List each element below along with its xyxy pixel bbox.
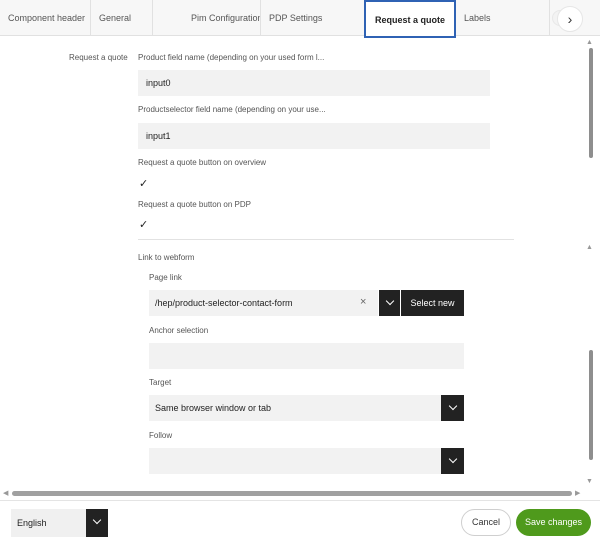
page-link-dropdown-button[interactable]: [379, 290, 400, 316]
target-dropdown-button[interactable]: [441, 395, 464, 421]
pdp-button-label: Request a quote button on PDP: [138, 200, 251, 209]
clear-icon[interactable]: ×: [360, 296, 366, 308]
chevron-down-icon: [92, 515, 102, 525]
follow-select[interactable]: [149, 448, 441, 474]
product-field-label: Product field name (depending on your us…: [138, 53, 325, 62]
cancel-button[interactable]: Cancel: [461, 509, 511, 536]
scroll-up-arrow-icon[interactable]: ▲: [586, 39, 593, 46]
overview-checkbox[interactable]: ✓: [139, 177, 148, 190]
page-link-label: Page link: [149, 273, 182, 282]
save-changes-button[interactable]: Save changes: [516, 509, 591, 536]
chevron-down-icon: [385, 296, 394, 306]
overview-button-label: Request a quote button on overview: [138, 158, 267, 167]
tab-pdp-settings[interactable]: PDP Settings: [261, 0, 365, 36]
scroll-left-arrow-icon[interactable]: ◀: [3, 489, 8, 497]
inner-scroll-up-arrow-icon[interactable]: ▲: [586, 244, 593, 251]
scroll-down-arrow-icon[interactable]: ▼: [586, 478, 593, 485]
anchor-selection-label: Anchor selection: [149, 326, 209, 335]
footer-bar: English Cancel Save changes: [0, 500, 600, 539]
tab-request-a-quote[interactable]: Request a quote: [364, 0, 456, 38]
horizontal-scrollbar-thumb[interactable]: [12, 491, 572, 496]
outer-scrollbar-thumb[interactable]: [589, 48, 593, 158]
target-label: Target: [149, 378, 172, 387]
productselector-field-label: Productselector field name (depending on…: [138, 105, 326, 114]
webform-label: Link to webform: [138, 253, 195, 262]
tab-component-header[interactable]: Component header: [0, 0, 91, 36]
product-field-input[interactable]: input0: [138, 70, 490, 96]
pdp-checkbox[interactable]: ✓: [139, 218, 148, 231]
chevron-down-icon: [448, 454, 457, 464]
select-new-button[interactable]: Select new: [401, 290, 464, 316]
section-divider: [138, 239, 514, 240]
chevron-down-icon: [448, 401, 457, 411]
follow-dropdown-button[interactable]: [441, 448, 464, 474]
anchor-selection-input[interactable]: [149, 343, 464, 369]
scroll-right-arrow-icon[interactable]: ▶: [575, 489, 580, 497]
productselector-field-input[interactable]: input1: [138, 123, 490, 149]
language-dropdown-button[interactable]: [86, 509, 108, 537]
chevron-right-icon[interactable]: ›: [557, 6, 583, 32]
target-select[interactable]: Same browser window or tab: [149, 395, 441, 421]
tab-labels[interactable]: Labels: [456, 0, 550, 36]
follow-label: Follow: [149, 431, 173, 440]
page-link-input[interactable]: /hep/product-selector-contact-form: [149, 290, 378, 316]
tab-bar: Component header General Pim Configurati…: [0, 0, 600, 38]
tab-pim-configuration[interactable]: Pim Configuration: [153, 0, 261, 36]
section-label-request-a-quote: Request a quote: [69, 53, 128, 62]
settings-panel: Request a quote Product field name (depe…: [0, 37, 584, 487]
inner-scrollbar-thumb[interactable]: [589, 350, 593, 460]
tab-general[interactable]: General: [91, 0, 153, 36]
